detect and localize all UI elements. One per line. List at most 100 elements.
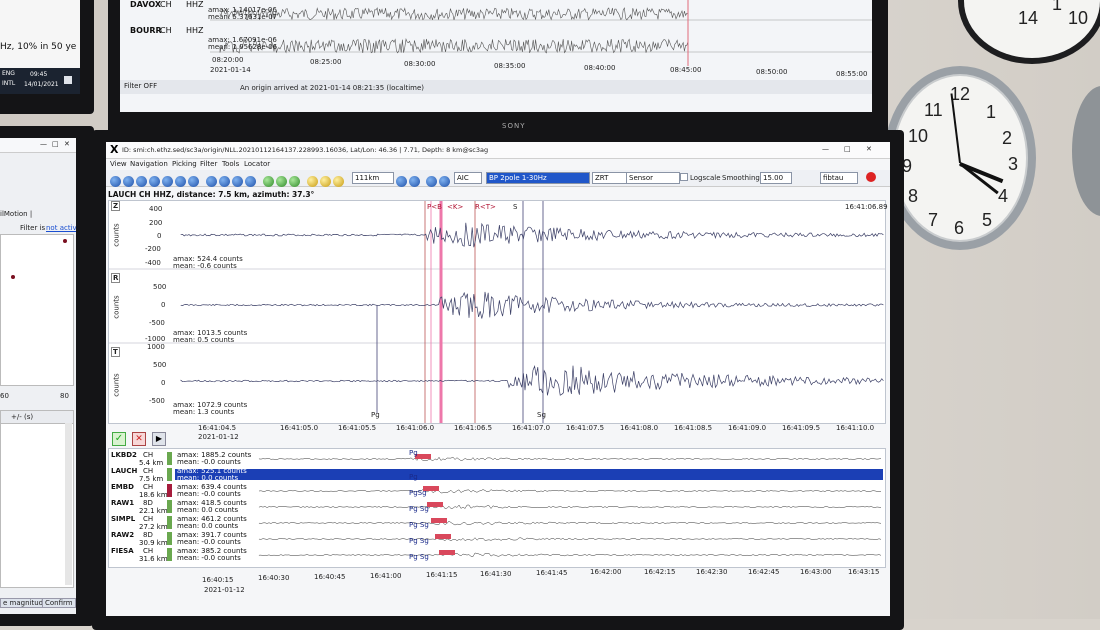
minimize-icon[interactable]: — [822, 145, 829, 153]
overview-station-row[interactable]: RAW1 8D 22.1 km amax: 418.5 counts mean: 0.0… [109, 499, 885, 515]
increase-icon[interactable] [409, 176, 420, 187]
confirm-button[interactable]: Confirm [42, 598, 76, 608]
close-icon[interactable]: ✕ [64, 140, 70, 148]
warn1-icon[interactable] [307, 176, 319, 187]
next-icon[interactable] [136, 176, 147, 187]
pick-s-icon[interactable] [289, 176, 301, 187]
station-net: 8D [143, 531, 153, 539]
origin-message: An origin arrived at 2021-01-14 08:21:35… [240, 84, 425, 92]
time-tick: 08:40:00 [584, 64, 616, 72]
station-distance: 27.2 km [139, 523, 168, 531]
time-tick: 16:40:15 [202, 576, 234, 584]
overview-station-row[interactable]: LKBD2 CH 5.4 km amax: 1885.2 counts mean: -0… [109, 449, 885, 467]
accept-button[interactable]: ✓ [112, 432, 126, 446]
top-status-bar [120, 80, 872, 94]
decrease-icon[interactable] [396, 176, 407, 187]
play-icon[interactable] [263, 176, 275, 187]
rotation-select[interactable]: ZRT [592, 172, 628, 184]
warn3-icon[interactable] [333, 176, 345, 187]
menu-locator[interactable]: Locator [244, 160, 270, 168]
overview-panel: LKBD2 CH 5.4 km amax: 1885.2 counts mean: -0… [108, 448, 886, 568]
logscale-checkbox[interactable] [680, 173, 688, 181]
time-tick: 16:43:00 [800, 568, 832, 576]
station-name: RAW1 [111, 499, 135, 507]
pick-label[interactable]: <K> [447, 203, 463, 211]
station-name: DAVOX [130, 0, 162, 9]
pick-label[interactable]: Pg [409, 449, 418, 457]
zoom-in-icon[interactable] [162, 176, 173, 187]
y-tick: -400 [145, 259, 161, 267]
time-tick: 16:41:07.5 [566, 424, 605, 432]
menu-filter[interactable]: Filter [200, 160, 217, 168]
station-mean: mean: 0.0 counts [177, 474, 239, 482]
menu-tools[interactable]: Tools [222, 160, 239, 168]
filter-select[interactable]: BP 2pole 1-30Hz [486, 172, 590, 184]
axis-label-60: 60 [0, 392, 9, 400]
pick-label[interactable]: Pg [409, 473, 418, 481]
minimize-icon[interactable]: — [40, 140, 47, 148]
pick-label[interactable]: R<T> [475, 203, 496, 211]
pick-label[interactable]: Pg Sg [409, 505, 429, 513]
y-tick: -500 [149, 319, 165, 327]
filter-prev-icon[interactable] [426, 176, 437, 187]
overview-station-row[interactable]: EMBD CH 18.6 km amax: 639.4 counts mean: -0.… [109, 483, 885, 499]
pick-label[interactable]: P<B [427, 203, 442, 211]
window-titlebar: X ID: smi:ch.ethz.sed/sc3a/origin/NLL.20… [106, 142, 890, 159]
overview-station-row[interactable]: LAUCH CH 7.5 km amax: 525.1 counts mean: 0.0… [109, 467, 885, 483]
table-scrollbar[interactable] [65, 423, 72, 585]
menu-navigation[interactable]: Navigation [130, 160, 168, 168]
station-distance: 31.6 km [139, 555, 168, 563]
time-tick: 16:41:05.5 [338, 424, 377, 432]
overview-station-row[interactable]: FIESA CH 31.6 km amax: 385.2 counts mean: -0… [109, 547, 885, 563]
sort-icon[interactable] [219, 176, 230, 187]
align-icon[interactable] [206, 176, 217, 187]
last-icon[interactable] [149, 176, 160, 187]
overview-station-row[interactable]: RAW2 8D 30.9 km amax: 391.7 counts mean: -0.… [109, 531, 885, 547]
overview-station-row[interactable]: SIMPL CH 27.2 km amax: 461.2 counts mean: 0.… [109, 515, 885, 531]
pick-label[interactable]: Pg Sg [409, 537, 429, 545]
pick-label[interactable]: S [513, 203, 517, 211]
zoom-out-icon[interactable] [175, 176, 186, 187]
pick-label[interactable]: Pg Sg [409, 553, 429, 561]
status-swatch [167, 548, 172, 561]
trace-mean: mean: 1.3 counts [173, 408, 235, 416]
mode-select[interactable]: AIC [454, 172, 482, 184]
component-label-t: T [111, 347, 120, 357]
menu-picking[interactable]: Picking [172, 160, 197, 168]
time-tick: 16:42:45 [748, 568, 780, 576]
distance-field[interactable]: 111km [352, 172, 394, 184]
first-icon[interactable] [110, 176, 121, 187]
taskbar-date: 14/01/2021 [24, 81, 59, 88]
y-tick: 0 [161, 379, 166, 387]
sort-dist-icon[interactable] [232, 176, 243, 187]
panel-title: ilMotion | [0, 210, 33, 218]
clock-number: 2 [1002, 128, 1013, 148]
filter-link[interactable]: not active [46, 224, 76, 232]
time-tick: 08:55:00 [836, 70, 868, 78]
prev-icon[interactable] [123, 176, 134, 187]
locator-select[interactable]: fibtau [820, 172, 858, 184]
notification-icon[interactable] [64, 76, 72, 84]
warn2-icon[interactable] [320, 176, 332, 187]
pick-label[interactable]: Pg Sg [409, 521, 429, 529]
smoothing-value[interactable]: 15.00 [760, 172, 792, 184]
y-tick: -500 [149, 397, 165, 405]
pick-label[interactable]: PgSg [409, 489, 427, 497]
filter-next-icon[interactable] [439, 176, 450, 187]
maximize-icon[interactable]: □ [52, 140, 59, 148]
close-icon[interactable]: ✕ [866, 145, 872, 153]
waveform-z [180, 222, 884, 248]
pick-p-icon[interactable] [276, 176, 288, 187]
clock-number: 3 [1008, 154, 1019, 174]
reject-button[interactable]: ✕ [132, 432, 146, 446]
next-station-button[interactable]: ▶ [152, 432, 166, 446]
unit-select[interactable]: Sensor [626, 172, 680, 184]
pick-label[interactable]: Sg [537, 411, 546, 419]
maximize-icon[interactable]: □ [844, 145, 851, 153]
sort-az-icon[interactable] [245, 176, 256, 187]
zoom-reset-icon[interactable] [188, 176, 199, 187]
time-tick: 16:41:08.0 [620, 424, 659, 432]
stop-icon[interactable] [866, 172, 876, 182]
pick-label[interactable]: Pg [371, 411, 380, 419]
menu-view[interactable]: View [110, 160, 127, 168]
